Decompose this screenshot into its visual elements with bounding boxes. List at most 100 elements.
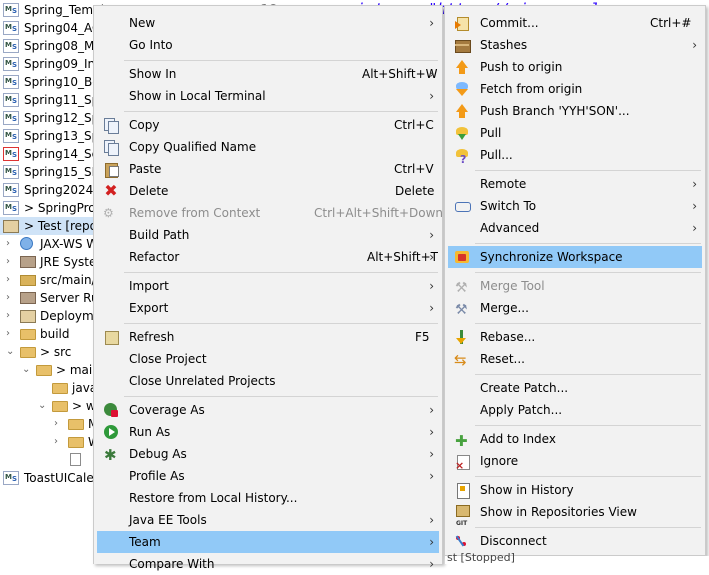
project-explorer-tree[interactable]: Spring_Template Spring04_AC Spring08_MV …	[0, 0, 123, 564]
copy-qualified-icon	[103, 139, 119, 156]
menu-item-stashes[interactable]: Stashes ›	[448, 34, 702, 56]
repositories-icon	[454, 504, 470, 535]
chevron-right-icon: ›	[429, 403, 434, 417]
menu-item-show-in-local-terminal[interactable]: Show in Local Terminal ›	[97, 85, 439, 107]
menu-item-create-patch[interactable]: Create Patch...	[448, 377, 702, 399]
menu-item-show-in-history[interactable]: Show in History	[448, 479, 702, 501]
chevron-right-icon: ›	[429, 513, 434, 527]
menu-item-refactor[interactable]: Refactor Alt+Shift+T ›	[97, 246, 439, 268]
chevron-right-icon[interactable]: ›	[54, 415, 64, 433]
menu-item-pull-dialog[interactable]: Pull...	[448, 144, 702, 171]
maven-project-icon	[3, 36, 19, 56]
menu-item-close-unrelated-projects[interactable]: Close Unrelated Projects	[97, 370, 439, 392]
menu-item-java-ee-tools[interactable]: Java EE Tools ›	[97, 509, 439, 531]
chevron-right-icon[interactable]: ›	[6, 253, 16, 271]
menu-item-paste[interactable]: Paste Ctrl+V	[97, 158, 439, 180]
menu-item-run-as[interactable]: Run As ›	[97, 421, 439, 443]
menu-item-push-to-origin[interactable]: Push to origin	[448, 56, 702, 78]
team-submenu: Commit... Ctrl+# Stashes › Push to origin …	[444, 5, 706, 556]
delete-icon: ✖	[104, 181, 118, 200]
menu-separator	[475, 243, 701, 244]
maven-project-icon	[3, 108, 19, 128]
maven-project-icon	[3, 54, 19, 74]
chevron-right-icon: ›	[692, 199, 697, 213]
commit-icon	[454, 15, 470, 31]
menu-separator	[475, 170, 701, 171]
menu-item-remote[interactable]: Remote ›	[448, 173, 702, 195]
menu-item-pull[interactable]: Pull	[448, 122, 702, 144]
menu-item-new[interactable]: New ›	[97, 12, 439, 34]
menu-item-advanced[interactable]: Advanced ›	[448, 217, 702, 239]
menu-item-remove-from-context[interactable]: ⚙ Remove from Context Ctrl+Alt+Shift+Down	[97, 202, 443, 224]
chevron-right-icon[interactable]: ›	[54, 433, 64, 451]
chevron-down-icon[interactable]: ⌄	[6, 343, 16, 361]
menu-item-fetch-from-origin[interactable]: Fetch from origin	[448, 78, 702, 100]
menu-item-show-in[interactable]: Show In Alt+Shift+W ›	[97, 63, 439, 85]
menu-item-refresh[interactable]: Refresh F5	[97, 326, 439, 348]
chevron-down-icon[interactable]: ⌄	[22, 361, 32, 379]
chevron-right-icon: ›	[429, 16, 434, 30]
menu-item-rebase[interactable]: Rebase...	[448, 326, 702, 348]
menu-item-profile-as[interactable]: Profile As ›	[97, 465, 439, 487]
menu-item-go-into[interactable]: Go Into	[97, 34, 439, 56]
push-branch-icon	[454, 103, 470, 119]
tree-item-selected[interactable]: > Test [repos	[0, 217, 103, 235]
chevron-right-icon[interactable]: ›	[6, 289, 16, 307]
git-project-icon	[3, 220, 19, 233]
maven-project-error-icon	[3, 144, 19, 164]
folder-icon	[52, 383, 68, 394]
menu-item-synchronize-workspace[interactable]: Synchronize Workspace	[448, 246, 702, 268]
library-icon	[20, 292, 36, 304]
menu-item-reset[interactable]: Reset...	[448, 348, 702, 371]
chevron-right-icon[interactable]: ›	[6, 235, 16, 253]
chevron-right-icon: ›	[692, 221, 697, 235]
menu-item-build-path[interactable]: Build Path ›	[97, 224, 439, 246]
chevron-right-icon: ›	[692, 38, 697, 52]
menu-item-commit[interactable]: Commit... Ctrl+#	[448, 12, 702, 34]
context-menu: New › Go Into Show In Alt+Shift+W › Show in…	[93, 5, 443, 571]
menu-item-copy[interactable]: Copy Ctrl+C	[97, 114, 439, 136]
menu-separator	[124, 396, 438, 397]
menu-item-switch-to[interactable]: Switch To ›	[448, 195, 702, 217]
pull-icon	[454, 125, 470, 141]
menu-item-export[interactable]: Export ›	[97, 297, 439, 319]
chevron-right-icon: ›	[692, 177, 697, 191]
menu-item-delete[interactable]: ✖ Delete Delete	[97, 180, 439, 202]
maven-project-icon	[3, 90, 19, 110]
rebase-icon	[454, 329, 470, 345]
menu-item-close-project[interactable]: Close Project	[97, 348, 439, 370]
maven-project-icon	[3, 126, 19, 146]
chevron-right-icon: ›	[429, 535, 434, 549]
menu-separator	[475, 272, 701, 273]
menu-item-import[interactable]: Import ›	[97, 275, 439, 297]
chevron-right-icon[interactable]: ›	[6, 307, 16, 325]
coverage-icon	[103, 402, 119, 418]
menu-item-team[interactable]: Team ›	[97, 531, 439, 553]
menu-item-debug-as[interactable]: Debug As›	[97, 443, 439, 466]
menu-separator	[124, 111, 438, 112]
menu-item-apply-patch[interactable]: Apply Patch...	[448, 399, 702, 421]
menu-item-ignore[interactable]: Ignore	[448, 450, 702, 477]
library-icon	[20, 256, 36, 268]
ignore-icon	[454, 453, 470, 477]
file-icon	[70, 453, 81, 466]
refresh-icon	[103, 329, 119, 345]
maven-project-icon	[3, 198, 19, 218]
menu-item-show-in-repositories-view[interactable]: Show in Repositories View	[448, 501, 702, 535]
menu-item-disconnect[interactable]: Disconnect	[448, 530, 702, 552]
folder-icon	[20, 347, 36, 358]
chevron-down-icon[interactable]: ⌄	[38, 397, 48, 415]
menu-item-copy-qualified-name[interactable]: Copy Qualified Name	[97, 136, 439, 158]
chevron-right-icon[interactable]: ›	[6, 325, 16, 343]
chevron-right-icon[interactable]: ›	[6, 271, 16, 289]
menu-item-merge[interactable]: Merge...	[448, 297, 702, 321]
merge-tool-icon	[454, 277, 470, 299]
menu-item-merge-tool[interactable]: Merge Tool	[448, 275, 702, 299]
menu-item-compare-with[interactable]: Compare With ›	[97, 553, 439, 575]
menu-item-push-branch[interactable]: Push Branch 'YYH'SON'...	[448, 100, 702, 122]
servers-view-fragment: st [Stopped]	[445, 552, 709, 564]
menu-separator	[475, 323, 701, 324]
menu-item-add-to-index[interactable]: Add to Index	[448, 428, 702, 452]
menu-item-coverage-as[interactable]: Coverage As ›	[97, 399, 439, 421]
menu-item-restore-from-local-history[interactable]: Restore from Local History...	[97, 487, 439, 509]
